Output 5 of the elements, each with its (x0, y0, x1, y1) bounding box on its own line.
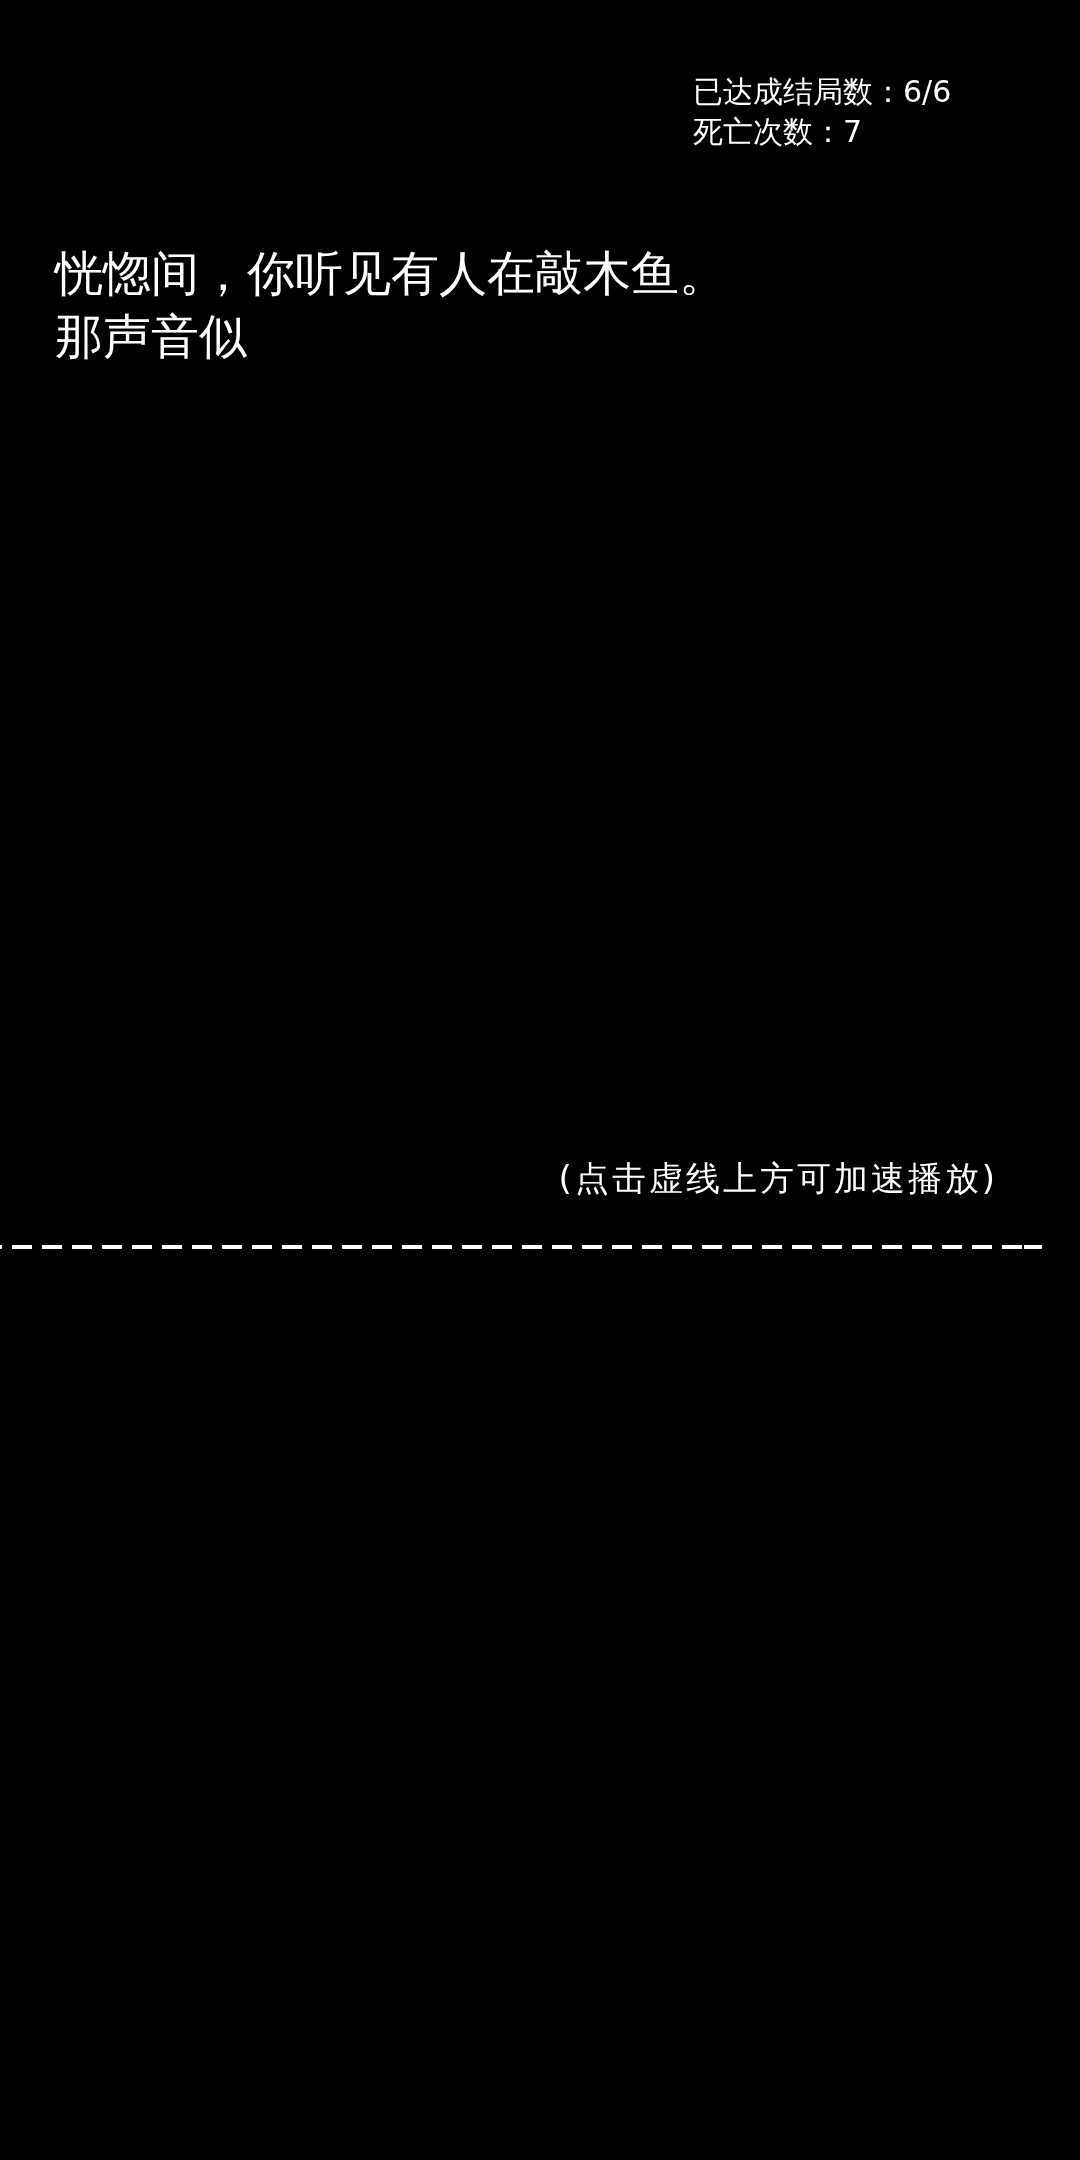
stat-text: 已达成结局数：6/6 (693, 73, 952, 111)
stat-text: 死亡次数：7 (693, 113, 863, 151)
speed-up-hint: (点击虚线上方可加速播放) (558, 1157, 998, 1200)
story-text: 恍惚间，你听见有人在敲木鱼。 (55, 244, 727, 303)
story-text: 那声音似 (55, 307, 247, 366)
